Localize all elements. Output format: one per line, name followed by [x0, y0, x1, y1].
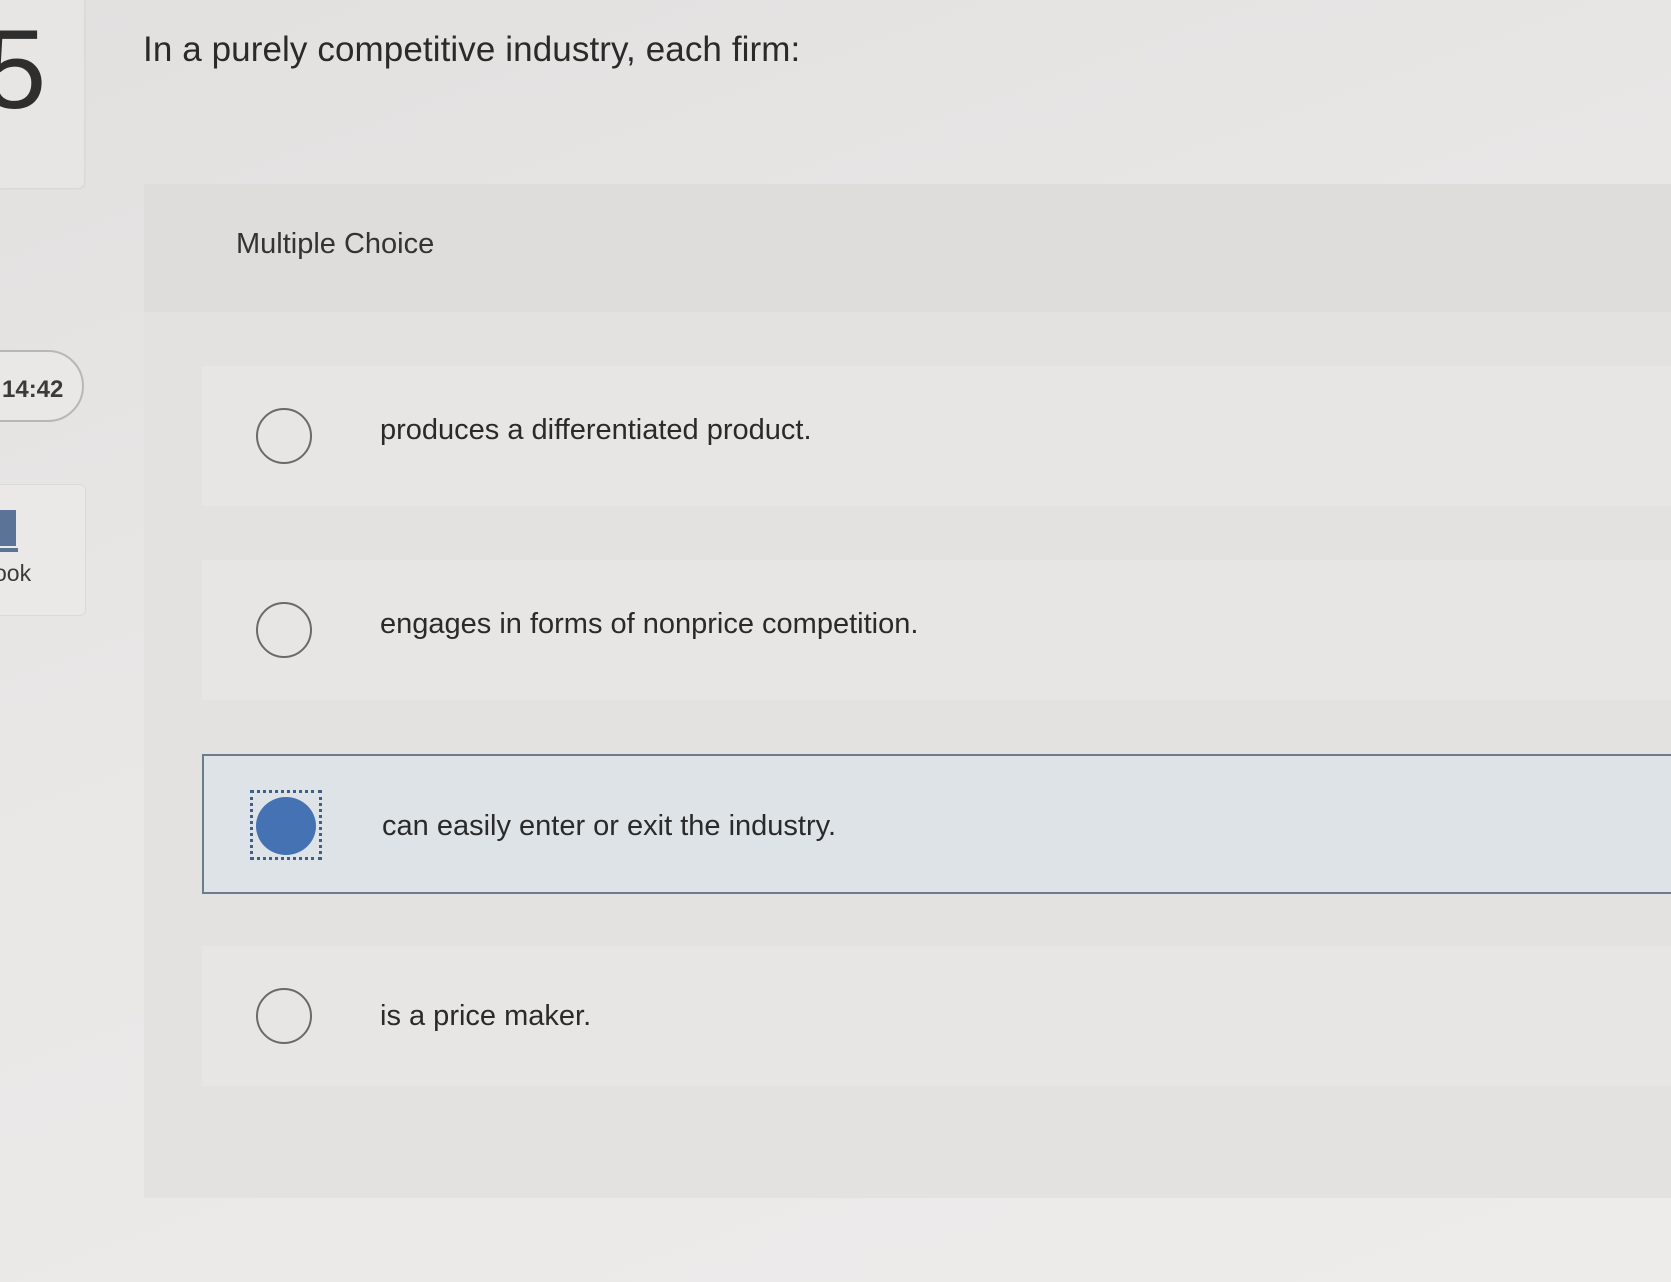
choice-label: can easily enter or exit the industry. [382, 810, 837, 842]
question-text: In a purely competitive industry, each f… [143, 30, 801, 69]
choice-option-4[interactable]: is a price maker. [202, 946, 1671, 1086]
book-icon [0, 510, 18, 552]
multiple-choice-label: Multiple Choice [236, 228, 435, 260]
radio-button[interactable] [256, 988, 312, 1044]
choice-label: is a price maker. [380, 1000, 592, 1032]
choice-option-3[interactable]: can easily enter or exit the industry. [202, 754, 1671, 894]
radio-button-selected[interactable] [256, 797, 316, 855]
choice-option-2[interactable]: engages in forms of nonprice competition… [202, 560, 1671, 700]
choice-label: engages in forms of nonprice competition… [380, 608, 919, 640]
radio-button[interactable] [256, 602, 312, 658]
question-number: 5 [0, 7, 47, 132]
choice-label: produces a differentiated product. [380, 414, 812, 446]
ebook-label: ook [0, 560, 32, 586]
radio-button[interactable] [256, 408, 312, 464]
timer-text: :14:42 [0, 376, 64, 403]
choice-option-1[interactable]: produces a differentiated product. [202, 366, 1671, 506]
